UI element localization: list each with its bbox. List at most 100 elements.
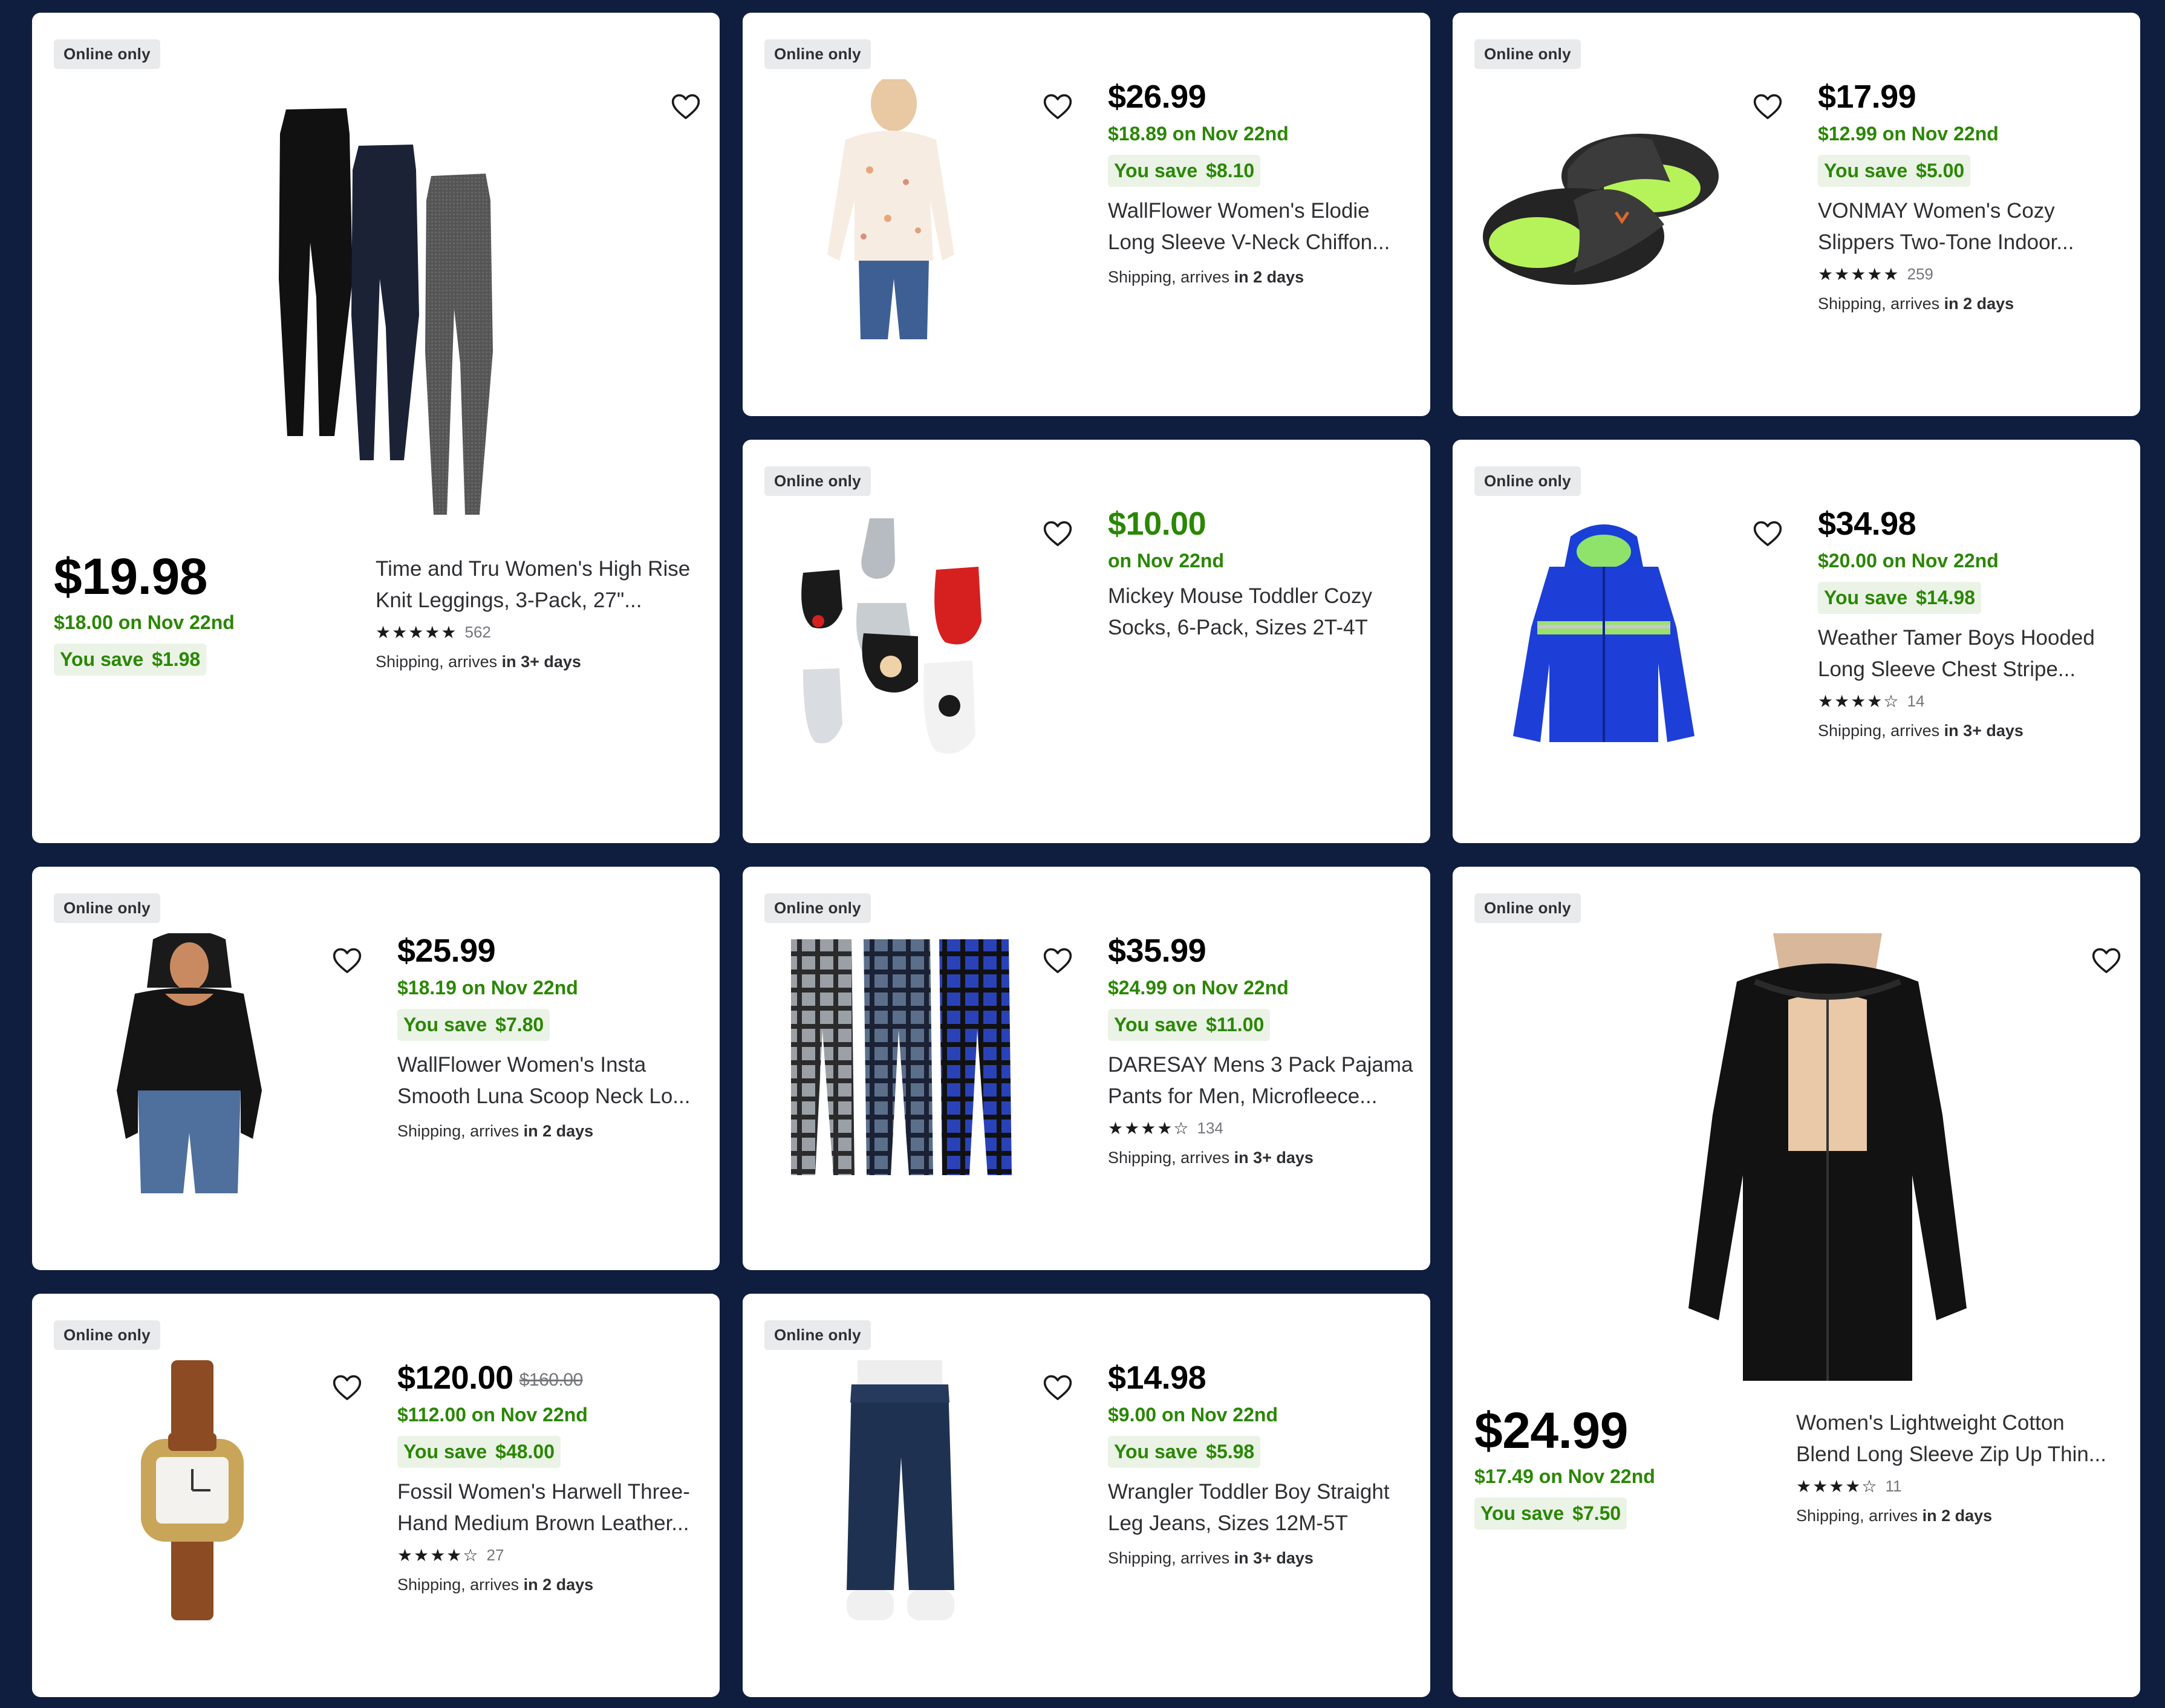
leggings-product-image[interactable] bbox=[232, 97, 570, 521]
product-info: $34.98 $20.00 on Nov 22nd You save $14.98… bbox=[1818, 507, 2132, 740]
shipping-info: Shipping, arrives in 3+ days bbox=[1108, 1549, 1314, 1567]
product-card-socks[interactable]: Online only $10.00 on Nov 22nd Mickey Mo… bbox=[743, 440, 1430, 843]
price: $120.00 $160.00 bbox=[397, 1360, 583, 1396]
product-info: $10.00 on Nov 22nd Mickey Mouse Toddler … bbox=[1108, 507, 1422, 644]
sale-price: $18.00 on Nov 22nd bbox=[54, 611, 235, 633]
online-only-badge: Online only bbox=[764, 893, 871, 923]
product-title[interactable]: WallFlower Women's Insta Smooth Luna Scoo… bbox=[397, 1049, 712, 1112]
product-title[interactable]: Mickey Mouse Toddler Cozy Socks, 6-Pack, … bbox=[1108, 581, 1422, 644]
online-only-badge: Online only bbox=[54, 1320, 160, 1350]
sale-price: $17.49 on Nov 22nd bbox=[1474, 1465, 1655, 1487]
product-card-scoop-neck-top[interactable]: Online only $25.99 $18.19 on Nov 22nd Yo… bbox=[32, 867, 720, 1270]
favorite-heart-icon[interactable] bbox=[1041, 944, 1074, 977]
product-info: $35.99 $24.99 on Nov 22nd You save $11.00… bbox=[1108, 934, 1422, 1167]
price: $10.00 bbox=[1108, 506, 1206, 542]
sale-price: $112.00 on Nov 22nd bbox=[397, 1404, 588, 1426]
price: $25.99 bbox=[397, 933, 496, 969]
sale-price: $12.99 on Nov 22nd bbox=[1818, 123, 1999, 145]
online-only-badge: Online only bbox=[1474, 39, 1581, 69]
product-info: $24.99 $17.49 on Nov 22nd You save $7.50 bbox=[1474, 1405, 1789, 1530]
product-title[interactable]: Wrangler Toddler Boy Straight Leg Jeans, … bbox=[1108, 1476, 1422, 1539]
online-only-badge: Online only bbox=[54, 39, 160, 69]
socks-product-image[interactable] bbox=[791, 512, 1009, 760]
price: $26.99 bbox=[1108, 79, 1206, 115]
you-save-badge: You save $11.00 bbox=[1108, 1009, 1271, 1041]
online-only-badge: Online only bbox=[764, 466, 871, 496]
rating: ★★★★☆ 134 bbox=[1108, 1117, 1422, 1139]
online-only-badge: Online only bbox=[764, 39, 871, 69]
favorite-heart-icon[interactable] bbox=[1751, 90, 1784, 123]
rating: ★★★★☆ 27 bbox=[397, 1544, 712, 1566]
online-only-badge: Online only bbox=[1474, 466, 1581, 496]
product-title[interactable]: Time and Tru Women's High Rise Knit Leggi… bbox=[376, 553, 714, 616]
product-card-slippers[interactable]: Online only $17.99 $12.99 on Nov 22nd Yo… bbox=[1453, 13, 2140, 416]
you-save-badge: You save $5.98 bbox=[1108, 1436, 1261, 1468]
sale-price: $20.00 on Nov 22nd bbox=[1818, 550, 1999, 572]
product-card-jacket[interactable]: Online only $34.98 $20.00 on Nov 22nd Yo… bbox=[1453, 440, 2140, 843]
review-count: 134 bbox=[1197, 1118, 1223, 1137]
product-title[interactable]: Women's Lightweight Cotton Blend Long Sle… bbox=[1796, 1407, 2135, 1470]
product-card-blouse[interactable]: Online only $26.99 $18.89 on Nov 22nd Yo… bbox=[743, 13, 1430, 416]
product-title[interactable]: WallFlower Women's Elodie Long Sleeve V-N… bbox=[1108, 195, 1422, 258]
product-title[interactable]: VONMAY Women's Cozy Slippers Two-Tone Ind… bbox=[1818, 195, 2132, 258]
blouse-product-image[interactable] bbox=[821, 79, 960, 339]
product-card-zip-hoodie[interactable]: Online only $24.99 $17.49 on Nov 22nd Yo… bbox=[1453, 867, 2140, 1697]
review-count: 27 bbox=[486, 1545, 504, 1564]
review-count: 259 bbox=[1907, 264, 1933, 283]
price: $24.99 bbox=[1474, 1402, 1628, 1459]
shipping-info: Shipping, arrives in 3+ days bbox=[376, 653, 581, 671]
favorite-heart-icon[interactable] bbox=[1041, 90, 1074, 123]
price: $17.99 bbox=[1818, 79, 1916, 115]
price: $34.98 bbox=[1818, 506, 1916, 542]
favorite-heart-icon[interactable] bbox=[1041, 1371, 1074, 1404]
product-info: $26.99 $18.89 on Nov 22nd You save $8.10 … bbox=[1108, 80, 1422, 287]
favorite-heart-icon[interactable] bbox=[669, 90, 702, 123]
product-info: $19.98 $18.00 on Nov 22nd You save $1.98 bbox=[54, 551, 368, 676]
product-info: $17.99 $12.99 on Nov 22nd You save $5.00 … bbox=[1818, 80, 2132, 313]
product-info: $120.00 $160.00 $112.00 on Nov 22nd You s… bbox=[397, 1361, 712, 1594]
you-save-badge: You save $14.98 bbox=[1818, 582, 1982, 614]
shipping-info: Shipping, arrives in 2 days bbox=[1108, 268, 1304, 286]
favorite-heart-icon[interactable] bbox=[331, 944, 363, 977]
rating-stars-icon: ★★★★★ bbox=[1818, 264, 1900, 284]
favorite-heart-icon[interactable] bbox=[331, 1371, 363, 1404]
top-product-image[interactable] bbox=[105, 933, 274, 1193]
product-info: $25.99 $18.19 on Nov 22nd You save $7.80 … bbox=[397, 934, 712, 1141]
watch-product-image[interactable] bbox=[129, 1360, 250, 1620]
shipping-info: Shipping, arrives in 2 days bbox=[1818, 295, 2014, 313]
rating-stars-icon: ★★★★★ bbox=[376, 622, 458, 642]
you-save-badge: You save $7.50 bbox=[1474, 1498, 1627, 1530]
jeans-product-image[interactable] bbox=[833, 1360, 966, 1626]
online-only-badge: Online only bbox=[54, 893, 160, 923]
product-details: Women's Lightweight Cotton Blend Long Sle… bbox=[1796, 1399, 2135, 1525]
favorite-heart-icon[interactable] bbox=[1751, 517, 1784, 550]
sale-price: on Nov 22nd bbox=[1108, 550, 1225, 572]
rating-stars-icon: ★★★★☆ bbox=[1818, 691, 1900, 711]
online-only-badge: Online only bbox=[1474, 893, 1581, 923]
shipping-info: Shipping, arrives in 2 days bbox=[397, 1576, 594, 1594]
product-card-pajama-pants[interactable]: Online only $35.99 $24.99 on Nov 22nd Yo… bbox=[743, 867, 1430, 1270]
slippers-product-image[interactable] bbox=[1471, 97, 1725, 303]
favorite-heart-icon[interactable] bbox=[2090, 944, 2123, 977]
jacket-product-image[interactable] bbox=[1513, 518, 1695, 754]
product-title[interactable]: Fossil Women's Harwell Three- Hand Medium… bbox=[397, 1476, 712, 1539]
hoodie-product-image[interactable] bbox=[1682, 933, 1973, 1381]
product-card-jeans[interactable]: Online only $14.98 $9.00 on Nov 22nd You… bbox=[743, 1294, 1430, 1697]
favorite-heart-icon[interactable] bbox=[1041, 517, 1074, 550]
product-card-leggings[interactable]: Online only $19.98 $18.00 on Nov 22nd Yo… bbox=[32, 13, 720, 843]
product-title[interactable]: Weather Tamer Boys Hooded Long Sleeve Che… bbox=[1818, 622, 2132, 685]
original-price: $160.00 bbox=[519, 1369, 583, 1390]
you-save-badge: You save $1.98 bbox=[54, 644, 207, 676]
rating: ★★★★☆ 14 bbox=[1818, 690, 2132, 712]
rating: ★★★★☆ 11 bbox=[1796, 1475, 2135, 1497]
shipping-info: Shipping, arrives in 2 days bbox=[1796, 1507, 1993, 1525]
product-title[interactable]: DARESAY Mens 3 Pack Pajama Pants for Men,… bbox=[1108, 1049, 1422, 1112]
price: $35.99 bbox=[1108, 933, 1206, 969]
online-only-badge: Online only bbox=[764, 1320, 871, 1350]
product-card-watch[interactable]: Online only $120.00 $160.00 $112.00 on No… bbox=[32, 1294, 720, 1697]
sale-price: $9.00 on Nov 22nd bbox=[1108, 1404, 1278, 1426]
sale-price: $24.99 on Nov 22nd bbox=[1108, 977, 1289, 999]
price: $19.98 bbox=[54, 548, 207, 605]
pajama-pants-product-image[interactable] bbox=[779, 933, 1021, 1193]
product-info: $14.98 $9.00 on Nov 22nd You save $5.98 W… bbox=[1108, 1361, 1422, 1568]
